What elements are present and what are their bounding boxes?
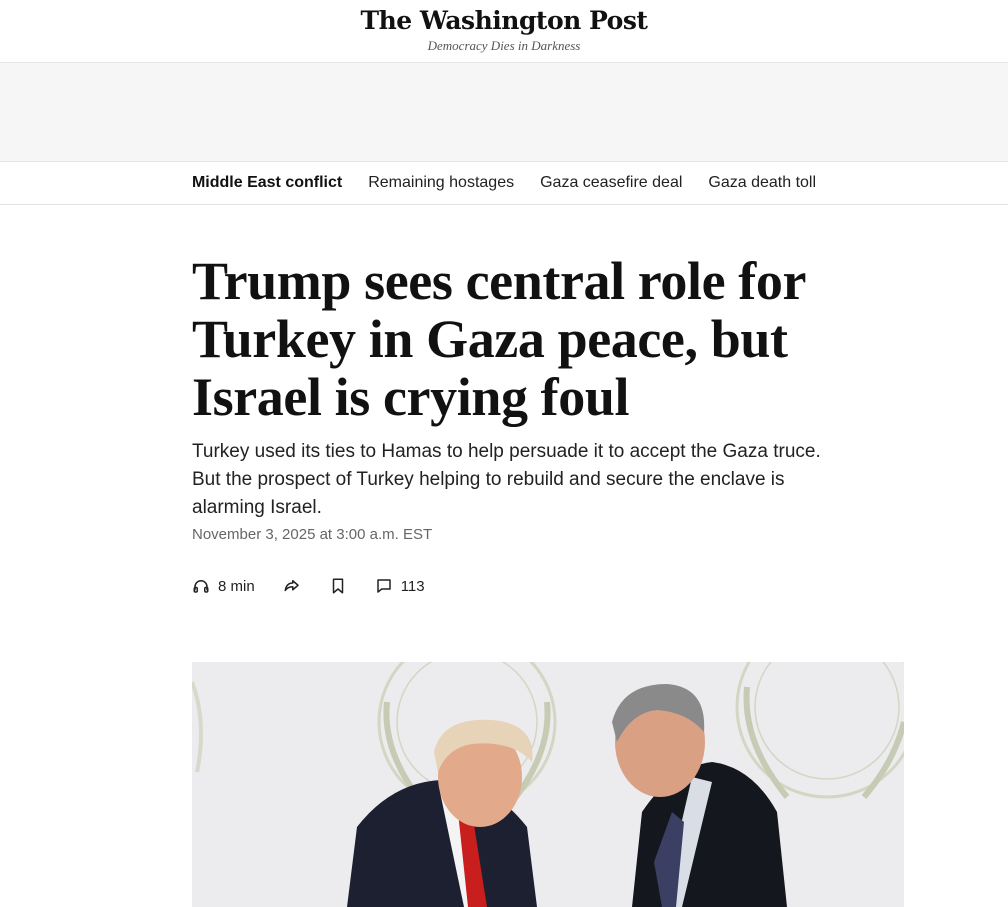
- headphones-icon: [193, 580, 209, 593]
- comments-count: 113: [400, 577, 425, 595]
- ad-slot: [0, 63, 1008, 162]
- topic-link-gaza-ceasefire-deal[interactable]: Gaza ceasefire deal: [540, 174, 682, 192]
- share-arrow-icon: [284, 580, 299, 592]
- article-dek: Turkey used its ties to Hamas to help pe…: [192, 438, 892, 522]
- headline-line: Israel is crying foul: [192, 367, 630, 427]
- listen-duration: 8 min: [218, 577, 255, 595]
- site-logo[interactable]: The Washington Post: [0, 6, 1008, 35]
- headline-line: Turkey in Gaza peace, but: [192, 309, 788, 369]
- hero-photo-illustration: [192, 662, 904, 907]
- listen-button[interactable]: 8 min: [192, 577, 255, 595]
- comment-icon: [376, 579, 391, 593]
- article-headline: Trump sees central role for Turkey in Ga…: [192, 252, 852, 426]
- dek-line: Turkey used its ties to Hamas to help pe…: [192, 441, 821, 462]
- masthead: The Washington Post Democracy Dies in Da…: [0, 0, 1008, 63]
- topic-link-middle-east-conflict[interactable]: Middle East conflict: [192, 174, 342, 192]
- article: Trump sees central role for Turkey in Ga…: [192, 252, 904, 599]
- topic-nav: Middle East conflict Remaining hostages …: [0, 162, 1008, 205]
- dek-line: alarming Israel.: [192, 497, 322, 518]
- comments-button[interactable]: 113: [375, 577, 425, 595]
- headline-line: Trump sees central role for: [192, 251, 807, 311]
- bookmark-icon: [332, 578, 343, 594]
- topic-link-remaining-hostages[interactable]: Remaining hostages: [368, 174, 514, 192]
- save-button[interactable]: [329, 577, 347, 595]
- article-dateline: November 3, 2025 at 3:00 a.m. EST: [192, 526, 433, 543]
- hero-photo[interactable]: [192, 662, 904, 907]
- share-button[interactable]: [283, 577, 301, 595]
- topic-link-gaza-death-toll[interactable]: Gaza death toll: [708, 174, 816, 192]
- article-actions: 8 min 113: [192, 573, 904, 599]
- site-tagline: Democracy Dies in Darkness: [427, 38, 581, 53]
- dek-line: But the prospect of Turkey helping to re…: [192, 469, 785, 490]
